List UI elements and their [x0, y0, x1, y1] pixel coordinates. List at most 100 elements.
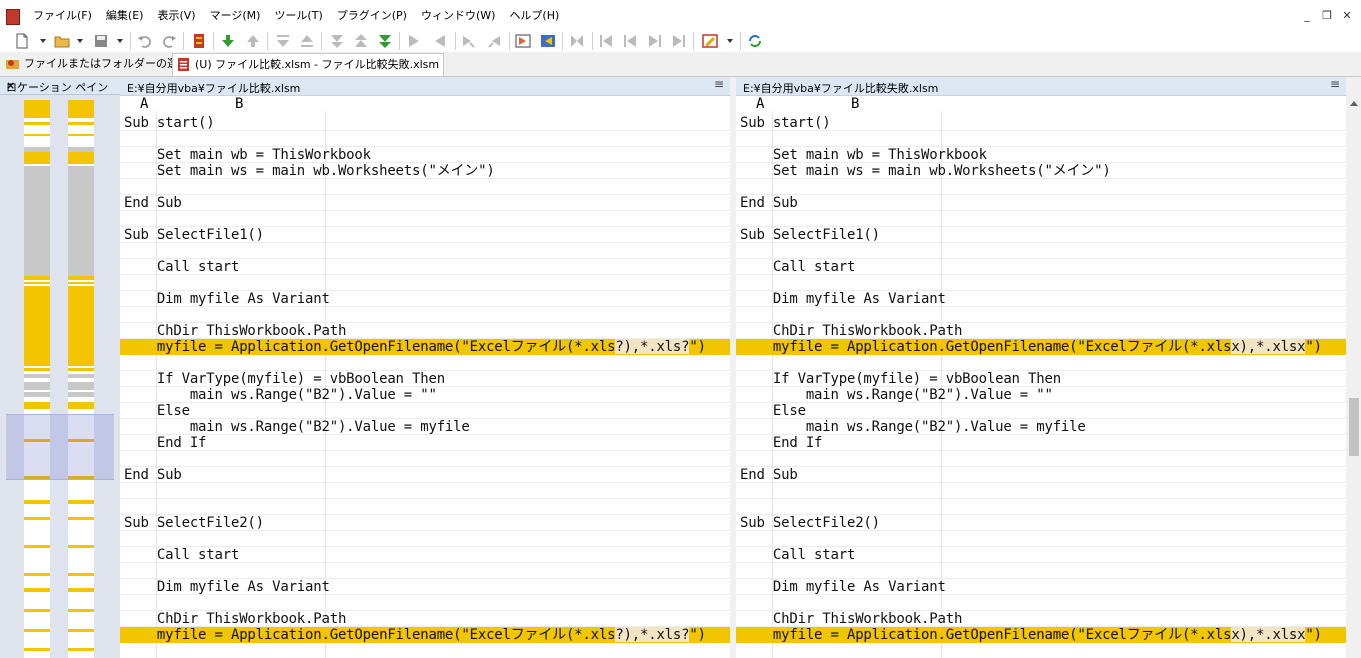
next-line-icon[interactable]: [647, 33, 663, 49]
code-line[interactable]: [120, 307, 730, 323]
code-line[interactable]: [120, 483, 730, 499]
location-marker[interactable]: [24, 588, 50, 592]
next-conflict-icon[interactable]: [377, 33, 393, 49]
refresh-icon[interactable]: [747, 33, 763, 49]
undo-icon[interactable]: [137, 33, 153, 49]
open-folder-icon[interactable]: [54, 33, 70, 49]
menu-icon[interactable]: ≡: [714, 77, 724, 91]
location-marker[interactable]: [24, 282, 50, 284]
code-line[interactable]: [120, 499, 730, 515]
code-line[interactable]: Sub start(): [736, 115, 1346, 131]
location-marker[interactable]: [24, 648, 50, 651]
location-marker[interactable]: [24, 392, 50, 397]
location-marker[interactable]: [68, 122, 94, 125]
code-line[interactable]: Else: [120, 403, 730, 419]
code-line[interactable]: Dim myfile As Variant: [736, 579, 1346, 595]
code-line[interactable]: [736, 595, 1346, 611]
code-line[interactable]: [736, 483, 1346, 499]
edit-options-icon[interactable]: [702, 33, 718, 49]
menu-view[interactable]: 表示(V): [150, 8, 202, 24]
location-marker[interactable]: [24, 517, 50, 520]
code-line[interactable]: [736, 307, 1346, 323]
column-b-header[interactable]: B: [851, 96, 859, 112]
menu-merge[interactable]: マージ(M): [203, 8, 268, 24]
location-marker[interactable]: [68, 545, 94, 548]
code-line[interactable]: End Sub: [736, 467, 1346, 483]
code-line[interactable]: ChDir ThisWorkbook.Path: [736, 611, 1346, 627]
code-line[interactable]: myfile = Application.GetOpenFilename("Ex…: [736, 339, 1346, 355]
prev-diff-icon[interactable]: [245, 33, 261, 49]
code-line[interactable]: Set main_wb = ThisWorkbook: [120, 147, 730, 163]
diff-options-icon[interactable]: [191, 33, 207, 49]
last-line-icon[interactable]: [671, 33, 687, 49]
menu-plugins[interactable]: プラグイン(P): [330, 8, 414, 24]
code-line[interactable]: ChDir ThisWorkbook.Path: [120, 611, 730, 627]
location-marker[interactable]: [68, 392, 94, 397]
copy-right-advance-icon[interactable]: [461, 33, 477, 49]
menu-edit[interactable]: 編集(E): [99, 8, 151, 24]
last-diff-icon[interactable]: [329, 33, 345, 49]
column-b-header[interactable]: B: [235, 96, 243, 112]
menu-file[interactable]: ファイル(F): [26, 8, 99, 24]
location-bar-right[interactable]: [68, 100, 94, 658]
menu-tools[interactable]: ツール(T): [267, 8, 329, 24]
location-marker[interactable]: [24, 152, 50, 164]
code-line[interactable]: End If: [736, 435, 1346, 451]
code-line[interactable]: Dim myfile As Variant: [736, 291, 1346, 307]
code-line[interactable]: Set main_wb = ThisWorkbook: [736, 147, 1346, 163]
code-line[interactable]: Sub SelectFile2(): [736, 515, 1346, 531]
code-line[interactable]: [736, 563, 1346, 579]
save-icon[interactable]: [93, 33, 109, 49]
code-line[interactable]: [120, 531, 730, 547]
location-marker[interactable]: [68, 368, 94, 371]
code-line[interactable]: [736, 451, 1346, 467]
code-line[interactable]: main_ws.Range("B2").Value = "": [120, 387, 730, 403]
code-line[interactable]: If VarType(myfile) = vbBoolean Then: [736, 371, 1346, 387]
code-line[interactable]: ChDir ThisWorkbook.Path: [120, 323, 730, 339]
location-marker[interactable]: [24, 362, 50, 366]
location-marker[interactable]: [68, 609, 94, 612]
code-line[interactable]: [120, 179, 730, 195]
code-line[interactable]: [120, 355, 730, 371]
code-line[interactable]: [736, 243, 1346, 259]
close-icon[interactable]: ×: [6, 79, 114, 92]
code-line[interactable]: End If: [120, 435, 730, 451]
location-marker[interactable]: [24, 290, 50, 362]
right-pane[interactable]: E:¥自分用vba¥ファイル比較失敗.xlsm ≡ A B Sub start(…: [736, 77, 1346, 658]
code-line[interactable]: myfile = Application.GetOpenFilename("Ex…: [120, 339, 730, 355]
location-marker[interactable]: [68, 134, 94, 136]
current-diff-icon[interactable]: [299, 33, 315, 49]
prev-conflict-icon[interactable]: [353, 33, 369, 49]
code-line[interactable]: main_ws.Range("B2").Value = myfile: [736, 419, 1346, 435]
code-line[interactable]: Sub start(): [120, 115, 730, 131]
location-marker[interactable]: [24, 134, 50, 136]
location-marker[interactable]: [68, 517, 94, 520]
column-a-header[interactable]: A: [756, 96, 764, 112]
first-line-icon[interactable]: [598, 33, 614, 49]
location-marker[interactable]: [24, 545, 50, 548]
restore-button[interactable]: ❐: [1317, 8, 1337, 24]
new-icon[interactable]: [14, 33, 30, 49]
location-marker[interactable]: [24, 100, 50, 118]
column-a-header[interactable]: A: [140, 96, 148, 112]
code-line[interactable]: [736, 131, 1346, 147]
location-marker[interactable]: [24, 374, 50, 378]
code-line[interactable]: [736, 499, 1346, 515]
location-marker[interactable]: [68, 362, 94, 366]
location-marker[interactable]: [24, 166, 50, 276]
location-marker[interactable]: [68, 573, 94, 576]
code-line[interactable]: Call start: [736, 259, 1346, 275]
code-line[interactable]: [120, 451, 730, 467]
location-marker[interactable]: [68, 629, 94, 632]
redo-icon[interactable]: [161, 33, 177, 49]
code-line[interactable]: Sub SelectFile1(): [120, 227, 730, 243]
code-line[interactable]: myfile = Application.GetOpenFilename("Ex…: [736, 627, 1346, 643]
code-line[interactable]: [120, 563, 730, 579]
location-marker[interactable]: [24, 629, 50, 632]
code-line[interactable]: Set main_ws = main_wb.Worksheets("メイン"): [736, 163, 1346, 179]
menu-window[interactable]: ウィンドウ(W): [414, 8, 502, 24]
code-line[interactable]: Call start: [120, 547, 730, 563]
minimize-button[interactable]: _: [1297, 8, 1317, 24]
menu-icon[interactable]: ≡: [1330, 77, 1340, 91]
code-line[interactable]: Sub SelectFile1(): [736, 227, 1346, 243]
